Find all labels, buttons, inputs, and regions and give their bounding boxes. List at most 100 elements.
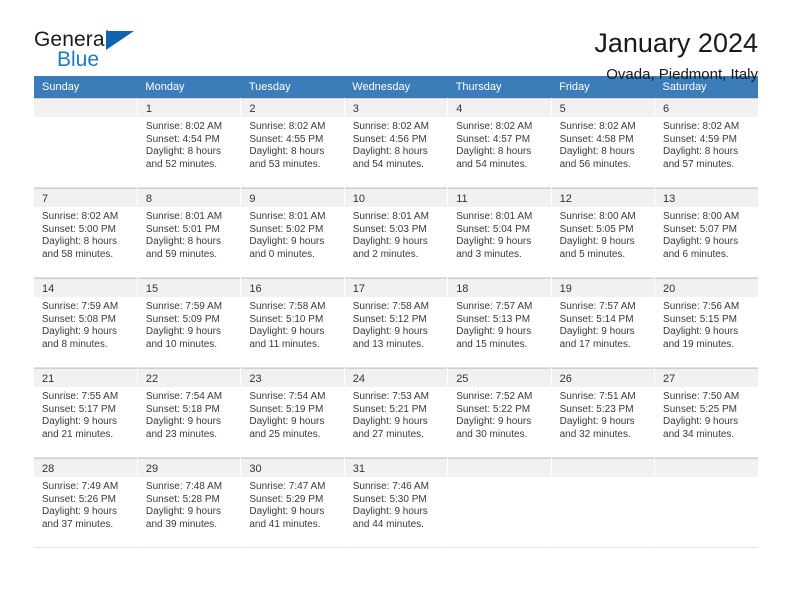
day-info-line: Sunrise: 8:02 AM [456, 121, 533, 132]
calendar-day-cell[interactable]: 15 Sunrise: 7:59 AM Sunset: 5:09 PM Dayligh… [137, 278, 242, 368]
day-number: 21 [34, 368, 137, 387]
day-info-line: and 59 minutes. [145, 248, 218, 260]
calendar-day-cell[interactable]: 31 Sunrise: 7:46 AM Sunset: 5:30 PM Dayligh… [344, 458, 449, 548]
day-cell-inner: 30 Sunrise: 7:47 AM Sunset: 5:29 PM Dayligh… [241, 458, 344, 548]
day-info-line: Daylight: 8 hours [145, 146, 221, 158]
day-number: 27 [655, 368, 758, 387]
calendar-day-cell[interactable]: 5 Sunrise: 8:02 AM Sunset: 4:58 PM Daylight… [551, 98, 656, 188]
day-number: 29 [137, 458, 241, 477]
day-info-line: Sunrise: 7:59 AM [42, 301, 119, 312]
day-cell-inner [655, 458, 758, 548]
calendar-week-row: 28 Sunrise: 7:49 AM Sunset: 5:26 PM Dayligh… [34, 458, 758, 548]
day-cell-inner: 10 Sunrise: 8:01 AM Sunset: 5:03 PM Dayligh… [344, 188, 448, 278]
day-info-line: and 37 minutes. [42, 518, 114, 530]
day-number: 10 [344, 188, 448, 207]
day-info-line: and 13 minutes. [352, 338, 424, 350]
day-info-line: and 25 minutes. [249, 428, 321, 440]
calendar-day-cell[interactable]: 12 Sunrise: 8:00 AM Sunset: 5:05 PM Dayligh… [551, 188, 656, 278]
calendar-day-cell[interactable]: 25 Sunrise: 7:52 AM Sunset: 5:22 PM Dayligh… [447, 368, 552, 458]
day-info-line: Sunset: 5:05 PM [559, 223, 634, 235]
calendar-day-cell[interactable]: 24 Sunrise: 7:53 AM Sunset: 5:21 PM Dayligh… [344, 368, 449, 458]
day-sun-info: Sunrise: 8:01 AM Sunset: 5:01 PM Daylight:… [138, 207, 240, 261]
calendar-day-cell-empty [447, 458, 552, 548]
day-info-line: Daylight: 9 hours [352, 506, 428, 518]
day-sun-info: Sunrise: 7:54 AM Sunset: 5:18 PM Daylight:… [138, 387, 240, 441]
day-sun-info: Sunrise: 7:56 AM Sunset: 5:15 PM Daylight:… [655, 297, 758, 351]
calendar-day-cell[interactable]: 28 Sunrise: 7:49 AM Sunset: 5:26 PM Dayligh… [34, 458, 138, 548]
day-sun-info: Sunrise: 8:01 AM Sunset: 5:03 PM Daylight:… [345, 207, 447, 261]
day-number: 13 [655, 188, 758, 207]
calendar-day-cell[interactable]: 13 Sunrise: 8:00 AM Sunset: 5:07 PM Dayligh… [654, 188, 758, 278]
weekday-header-wednesday: Wednesday [344, 76, 448, 98]
day-cell-inner: 2 Sunrise: 8:02 AM Sunset: 4:55 PM Daylight… [241, 98, 344, 188]
day-info-line: Daylight: 8 hours [352, 146, 428, 158]
calendar-day-cell[interactable]: 19 Sunrise: 7:57 AM Sunset: 5:14 PM Dayligh… [551, 278, 656, 368]
calendar-day-cell[interactable]: 30 Sunrise: 7:47 AM Sunset: 5:29 PM Dayligh… [240, 458, 345, 548]
day-sun-info: Sunrise: 8:02 AM Sunset: 4:56 PM Daylight:… [345, 117, 447, 171]
day-info-line: and 21 minutes. [42, 428, 114, 440]
calendar-day-cell[interactable]: 10 Sunrise: 8:01 AM Sunset: 5:03 PM Dayligh… [344, 188, 449, 278]
day-sun-info: Sunrise: 7:55 AM Sunset: 5:17 PM Daylight:… [34, 387, 137, 441]
calendar-day-cell[interactable]: 4 Sunrise: 8:02 AM Sunset: 4:57 PM Daylight… [447, 98, 552, 188]
day-sun-info: Sunrise: 7:58 AM Sunset: 5:12 PM Daylight:… [345, 297, 447, 351]
calendar-day-cell[interactable]: 1 Sunrise: 8:02 AM Sunset: 4:54 PM Daylight… [137, 98, 242, 188]
day-info-line: Sunset: 4:59 PM [663, 133, 737, 145]
day-info-line: Sunrise: 7:47 AM [249, 481, 326, 492]
day-info-line: Sunset: 5:03 PM [352, 223, 427, 235]
day-number: 4 [448, 98, 551, 117]
day-cell-inner: 12 Sunrise: 8:00 AM Sunset: 5:05 PM Dayligh… [551, 188, 655, 278]
day-number: 7 [34, 188, 137, 207]
brand-logo[interactable]: General Blue [34, 28, 154, 78]
day-number: 24 [344, 368, 448, 387]
day-info-line: and 8 minutes. [42, 338, 108, 350]
day-cell-inner: 24 Sunrise: 7:53 AM Sunset: 5:21 PM Dayligh… [344, 368, 448, 458]
calendar-day-cell[interactable]: 8 Sunrise: 8:01 AM Sunset: 5:01 PM Daylight… [137, 188, 242, 278]
day-info-line: Sunset: 4:54 PM [145, 133, 220, 145]
day-cell-inner: 9 Sunrise: 8:01 AM Sunset: 5:02 PM Daylight… [241, 188, 344, 278]
day-number [551, 458, 655, 477]
calendar-day-cell[interactable]: 2 Sunrise: 8:02 AM Sunset: 4:55 PM Daylight… [240, 98, 345, 188]
day-info-line: and 27 minutes. [352, 428, 424, 440]
day-sun-info: Sunrise: 7:53 AM Sunset: 5:21 PM Daylight:… [345, 387, 447, 441]
day-info-line: and 34 minutes. [663, 428, 735, 440]
day-info-line: Sunrise: 7:50 AM [663, 391, 740, 402]
day-info-line: and 56 minutes. [559, 158, 631, 170]
calendar-day-cell[interactable]: 29 Sunrise: 7:48 AM Sunset: 5:28 PM Dayligh… [137, 458, 242, 548]
day-info-line: Sunrise: 8:01 AM [145, 211, 223, 222]
day-number: 14 [34, 278, 137, 297]
weekday-header-tuesday: Tuesday [240, 76, 345, 98]
calendar-day-cell[interactable]: 11 Sunrise: 8:01 AM Sunset: 5:04 PM Dayligh… [447, 188, 552, 278]
calendar-day-cell[interactable]: 3 Sunrise: 8:02 AM Sunset: 4:56 PM Daylight… [344, 98, 449, 188]
day-info-line: Daylight: 9 hours [352, 236, 428, 248]
calendar-day-cell[interactable]: 26 Sunrise: 7:51 AM Sunset: 5:23 PM Dayligh… [551, 368, 656, 458]
day-info-line: Sunset: 5:28 PM [145, 493, 220, 505]
day-info-line: and 52 minutes. [145, 158, 218, 170]
day-info-line: and 19 minutes. [663, 338, 735, 350]
calendar-day-cell[interactable]: 6 Sunrise: 8:02 AM Sunset: 4:59 PM Daylight… [654, 98, 758, 188]
day-number: 22 [137, 368, 241, 387]
calendar-day-cell[interactable]: 20 Sunrise: 7:56 AM Sunset: 5:15 PM Dayligh… [654, 278, 758, 368]
day-info-line: Sunset: 5:12 PM [352, 313, 427, 325]
day-info-line: Sunrise: 8:01 AM [456, 211, 533, 222]
day-info-line: Sunrise: 7:55 AM [42, 391, 119, 402]
day-info-line: Daylight: 9 hours [559, 326, 635, 338]
calendar-day-cell[interactable]: 17 Sunrise: 7:58 AM Sunset: 5:12 PM Dayligh… [344, 278, 449, 368]
day-info-line: Daylight: 9 hours [249, 326, 325, 338]
calendar-day-cell[interactable]: 22 Sunrise: 7:54 AM Sunset: 5:18 PM Dayligh… [137, 368, 242, 458]
calendar-week-row: 14 Sunrise: 7:59 AM Sunset: 5:08 PM Dayligh… [34, 278, 758, 368]
day-info-line: Daylight: 9 hours [663, 326, 739, 338]
calendar-day-cell[interactable]: 18 Sunrise: 7:57 AM Sunset: 5:13 PM Dayligh… [447, 278, 552, 368]
calendar-day-cell[interactable]: 16 Sunrise: 7:58 AM Sunset: 5:10 PM Dayligh… [240, 278, 345, 368]
day-cell-inner: 7 Sunrise: 8:02 AM Sunset: 5:00 PM Daylight… [34, 188, 137, 278]
calendar-day-cell[interactable]: 14 Sunrise: 7:59 AM Sunset: 5:08 PM Dayligh… [34, 278, 138, 368]
day-number: 9 [241, 188, 344, 207]
day-info-line: and 57 minutes. [663, 158, 735, 170]
calendar-day-cell[interactable]: 21 Sunrise: 7:55 AM Sunset: 5:17 PM Dayligh… [34, 368, 138, 458]
day-number: 8 [137, 188, 241, 207]
day-info-line: Daylight: 9 hours [456, 326, 532, 338]
calendar-day-cell[interactable]: 7 Sunrise: 8:02 AM Sunset: 5:00 PM Daylight… [34, 188, 138, 278]
calendar-day-cell[interactable]: 9 Sunrise: 8:01 AM Sunset: 5:02 PM Daylight… [240, 188, 345, 278]
day-sun-info [34, 117, 137, 121]
calendar-day-cell[interactable]: 27 Sunrise: 7:50 AM Sunset: 5:25 PM Dayligh… [654, 368, 758, 458]
calendar-day-cell[interactable]: 23 Sunrise: 7:54 AM Sunset: 5:19 PM Dayligh… [240, 368, 345, 458]
